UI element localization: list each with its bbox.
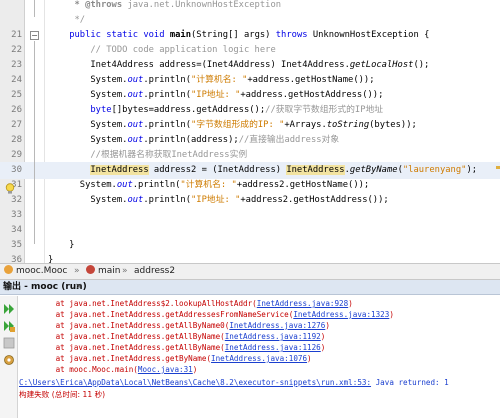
rerun-icon[interactable] — [3, 300, 15, 314]
breadcrumb-item-class[interactable]: mooc.Mooc — [4, 264, 67, 279]
output-console[interactable]: at java.net.InetAddress$2.lookupAllHostA… — [19, 296, 500, 418]
output-panel-header: 输出 - mooc (run) × — [0, 280, 500, 295]
method-icon — [86, 265, 95, 274]
build-failed-message: 构建失败 (总时间: 11 秒) — [19, 390, 106, 399]
stacktrace-line: at java.net.InetAddress.getByName(InetAd… — [19, 354, 312, 363]
stacktrace-link[interactable]: InetAddress.java:1276 — [229, 321, 325, 330]
fold-guide — [34, 0, 35, 17]
lightbulb-warning-icon[interactable] — [5, 180, 15, 194]
stacktrace-link[interactable]: Mooc.java:31 — [138, 365, 193, 374]
breadcrumb: mooc.Mooc » main » address2 — [0, 263, 500, 280]
breadcrumb-item-variable[interactable]: address2 — [134, 264, 175, 279]
breadcrumb-separator: » — [74, 266, 80, 276]
stacktrace-link[interactable]: InetAddress.java:1323 — [293, 310, 389, 319]
run-xml-link[interactable]: C:\Users\Erica\AppData\Local\NetBeans\Ca… — [19, 378, 371, 387]
stacktrace-line: at java.net.InetAddress.getAllByName(Ine… — [19, 332, 326, 341]
breadcrumb-item-method[interactable]: main — [86, 264, 121, 279]
stacktrace-link[interactable]: InetAddress.java:1076 — [211, 354, 307, 363]
code-text[interactable]: } — [48, 252, 53, 263]
breadcrumb-separator: » — [122, 266, 128, 276]
stacktrace-link[interactable]: InetAddress.java:928 — [257, 299, 348, 308]
close-icon[interactable]: × — [75, 280, 83, 294]
settings-icon[interactable] — [3, 351, 15, 365]
class-icon — [4, 265, 13, 274]
stacktrace-link[interactable]: InetAddress.java:1126 — [225, 343, 321, 352]
fold-toggle-icon[interactable]: − — [30, 31, 39, 40]
rerun-options-icon[interactable] — [3, 317, 15, 332]
stacktrace-line: at java.net.InetAddress.getAddressesFrom… — [19, 310, 394, 319]
stacktrace-link[interactable]: InetAddress.java:1192 — [225, 332, 321, 341]
stacktrace-line: at mooc.Mooc.main(Mooc.java:31) — [19, 365, 198, 374]
stacktrace-line: at java.net.InetAddress$2.lookupAllHostA… — [19, 299, 353, 308]
fold-guide — [34, 41, 35, 244]
stacktrace-line: at java.net.InetAddress.getAllByName0(In… — [19, 321, 330, 330]
output-toolbar — [0, 296, 18, 418]
stacktrace-line: at java.net.InetAddress.getAllByName(Ine… — [19, 343, 326, 352]
code-editor[interactable]: * @throws java.net.UnknownHostException … — [0, 0, 500, 263]
line-number: 36 — [11, 255, 22, 263]
code-line[interactable]: 36 } — [0, 252, 500, 263]
stop-icon[interactable] — [3, 334, 15, 349]
scrollbar-marker[interactable] — [496, 166, 500, 169]
javadoc-tag: * @throws — [48, 0, 123, 10]
build-result-line: C:\Users\Erica\AppData\Local\NetBeans\Ca… — [19, 378, 449, 387]
